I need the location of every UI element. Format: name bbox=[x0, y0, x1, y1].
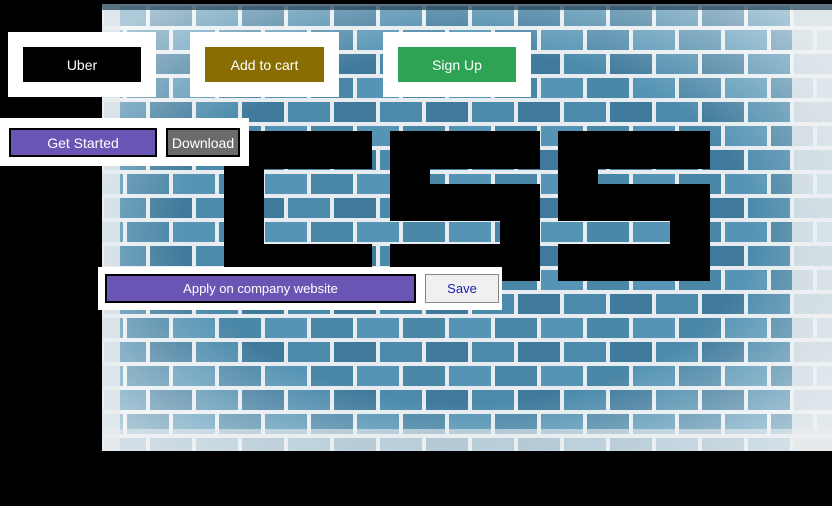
get-started-button[interactable]: Get Started bbox=[9, 128, 157, 157]
page: Uber Add to cart Sign Up Get Started Dow… bbox=[0, 0, 832, 506]
add-to-cart-button-card: Add to cart bbox=[190, 32, 339, 97]
add-to-cart-button[interactable]: Add to cart bbox=[205, 47, 324, 82]
get-started-button-card: Get Started Download bbox=[0, 118, 249, 166]
apply-on-company-website-button[interactable]: Apply on company website bbox=[105, 274, 416, 303]
uber-button-card: Uber bbox=[8, 32, 156, 97]
download-button[interactable]: Download bbox=[166, 128, 240, 157]
uber-button[interactable]: Uber bbox=[23, 47, 141, 82]
apply-button-card: Apply on company website Save bbox=[98, 267, 502, 310]
save-button[interactable]: Save bbox=[425, 274, 499, 303]
sign-up-button-card: Sign Up bbox=[383, 32, 531, 97]
sign-up-button[interactable]: Sign Up bbox=[398, 47, 516, 82]
